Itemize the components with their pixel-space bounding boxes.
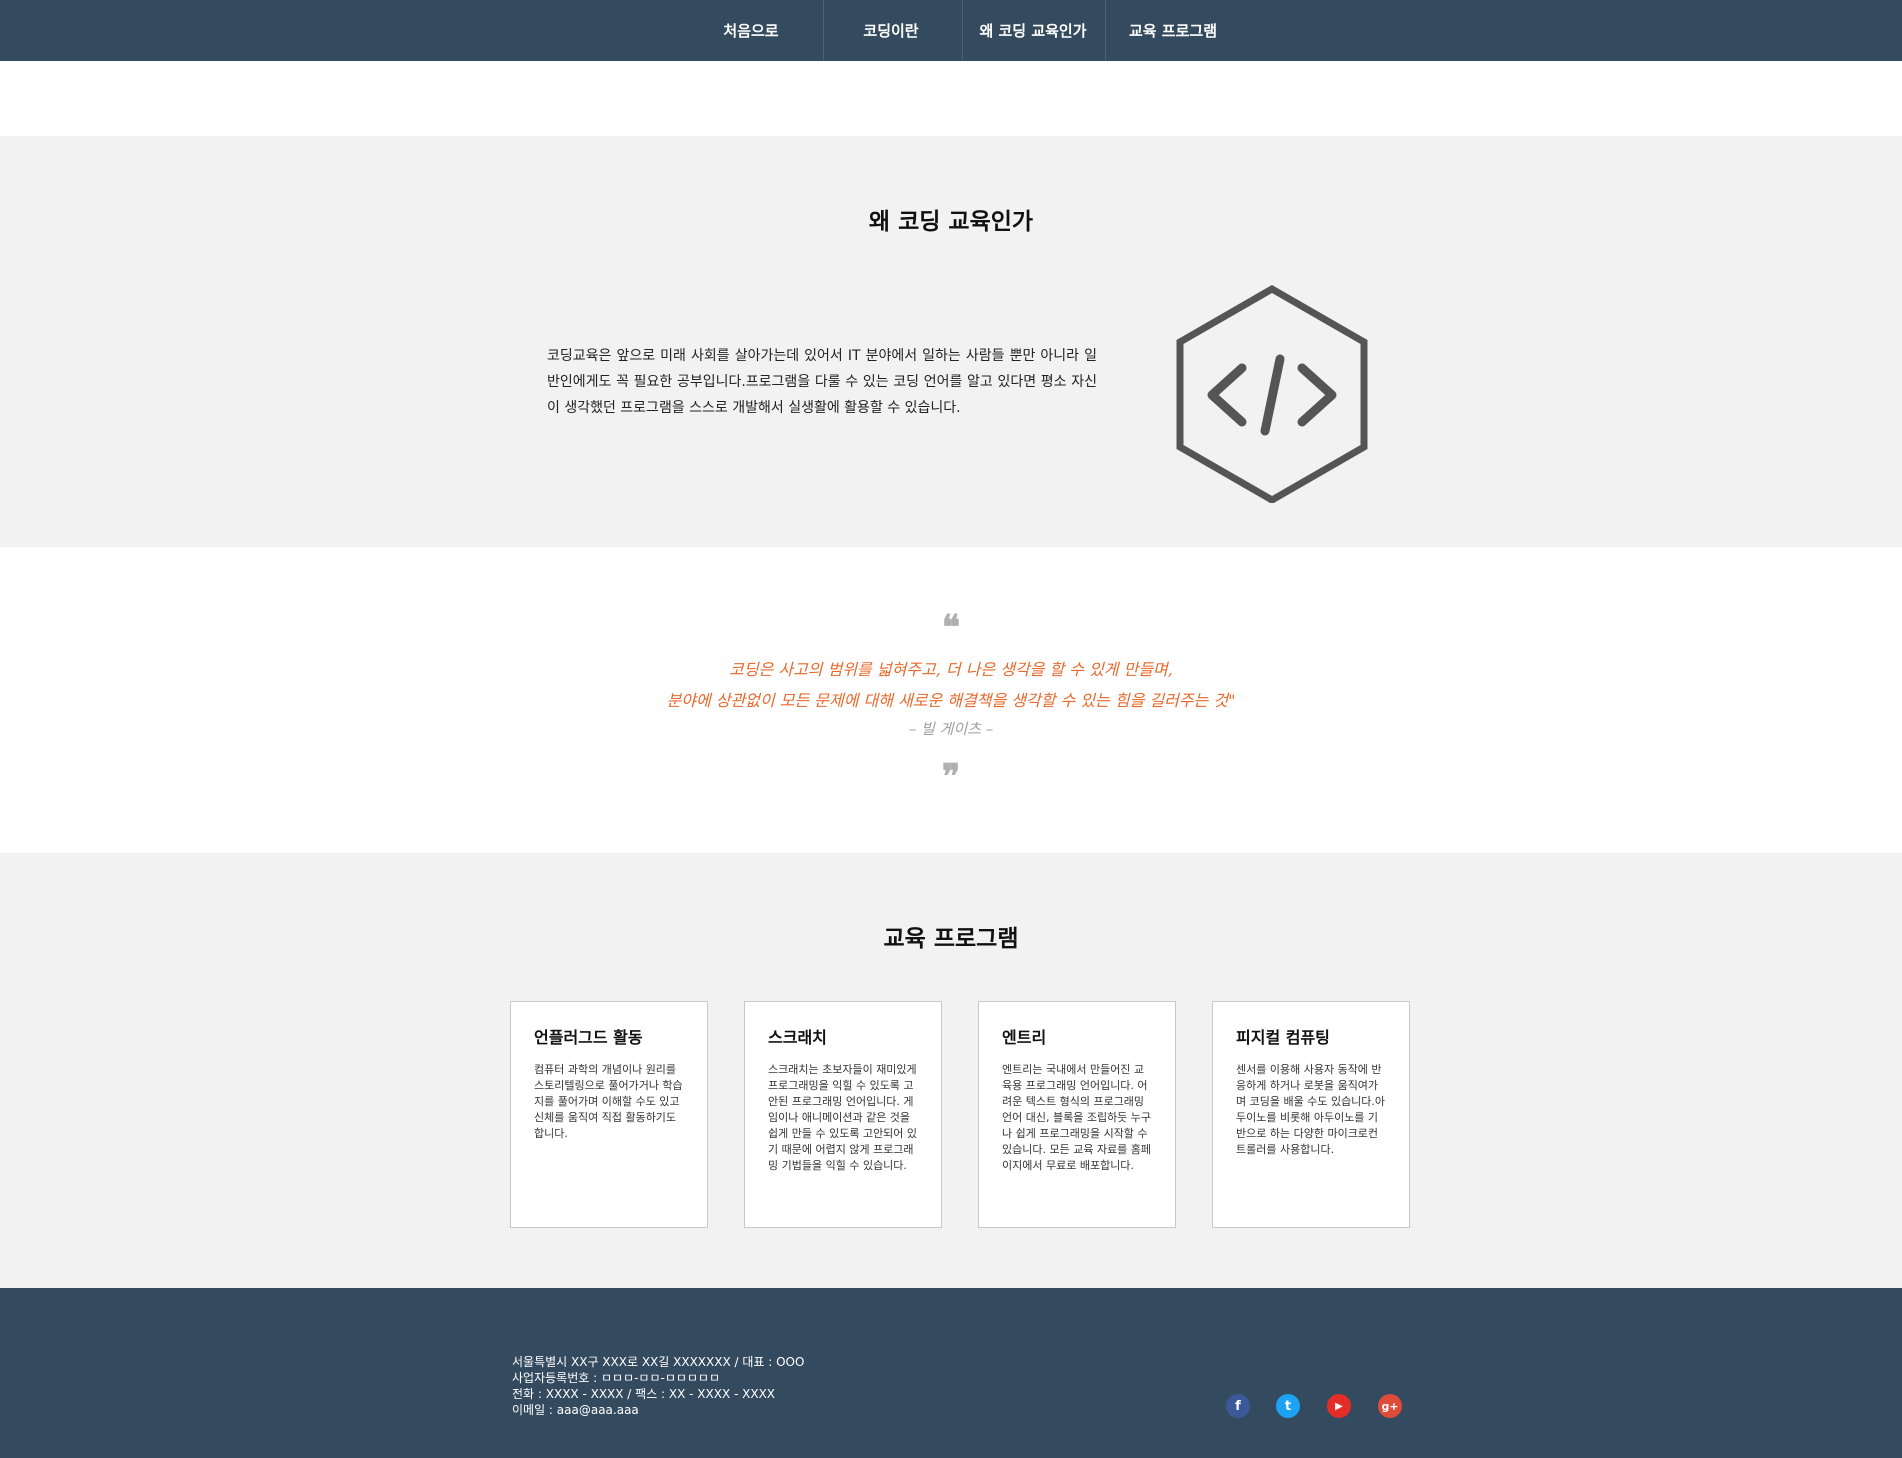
why-coding-text: 코딩교육은 앞으로 미래 사회를 살아가는데 있어서 IT 분야에서 일하는 사… <box>547 348 1097 416</box>
program-card: 피지컬 컴퓨팅 센서를 이용해 사용자 동작에 반응하게 하거나 로봇을 움직여… <box>1212 1001 1410 1228</box>
quote-line-1: 코딩은 사고의 범위를 넓혀주고, 더 나은 생각을 할 수 있게 만들며, <box>729 660 1173 679</box>
footer-company-info: 서울특별시 XX구 XXX로 XX길 XXXXXXX / 대표 : OOO 사업… <box>512 1354 804 1418</box>
footer-email: 이메일 : aaa@aaa.aaa <box>512 1403 639 1417</box>
card-description: 스크래치는 초보자들이 재미있게 프로그래밍을 익힐 수 있도록 고안된 프로그… <box>768 1063 918 1172</box>
card-description: 센서를 이용해 사용자 동작에 반응하게 하거나 로봇을 움직여가며 코딩을 배… <box>1236 1063 1386 1156</box>
nav-divider <box>962 0 963 61</box>
nav-item-why-coding[interactable]: 왜 코딩 교육인가 <box>968 0 1098 61</box>
close-quote-icon: ❞ <box>941 757 961 797</box>
why-coding-section: 왜 코딩 교육인가 코딩교육은 앞으로 미래 사회를 살아가는데 있어서 IT … <box>0 136 1902 547</box>
quote-line-2: 분야에 상관없이 모든 문제에 대해 새로운 해결책을 생각할 수 있는 힘을 … <box>666 691 1236 710</box>
footer-phone-fax: 전화 : XXXX - XXXX / 팩스 : XX - XXXX - XXXX <box>512 1387 776 1401</box>
card-title: 언플러그드 활동 <box>534 1028 643 1047</box>
facebook-icon[interactable]: f <box>1226 1394 1250 1418</box>
footer: 서울특별시 XX구 XXX로 XX길 XXXXXXX / 대표 : OOO 사업… <box>0 1288 1902 1458</box>
program-card: 언플러그드 활동 컴퓨터 과학의 개념이나 원리를 스토리텔링으로 풀어가거나 … <box>510 1001 708 1228</box>
open-quote-icon: ❝ <box>941 608 961 648</box>
code-hexagon-icon <box>1176 284 1368 503</box>
card-title: 엔트리 <box>1002 1028 1047 1047</box>
youtube-icon[interactable]: ▶ <box>1327 1394 1351 1418</box>
footer-address: 서울특별시 XX구 XXX로 XX길 XXXXXXX / 대표 : OOO <box>512 1355 805 1369</box>
nav-divider <box>823 0 824 61</box>
nav-item-what-is-coding[interactable]: 코딩이란 <box>836 0 946 61</box>
card-description: 엔트리는 국내에서 만들어진 교육용 프로그래밍 언어입니다. 어려운 텍스트 … <box>1002 1063 1152 1172</box>
section-title: 왜 코딩 교육인가 <box>868 209 1034 235</box>
quote-author: – 빌 게이츠 – <box>908 720 994 738</box>
program-card: 엔트리 엔트리는 국내에서 만들어진 교육용 프로그래밍 언어입니다. 어려운 … <box>978 1001 1176 1228</box>
quote-section: ❝ 코딩은 사고의 범위를 넓혀주고, 더 나은 생각을 할 수 있게 만들며,… <box>0 547 1902 853</box>
top-nav: 처음으로 코딩이란 왜 코딩 교육인가 교육 프로그램 <box>0 0 1902 61</box>
twitter-icon[interactable]: t <box>1276 1394 1300 1418</box>
nav-item-programs[interactable]: 교육 프로그램 <box>1118 0 1228 61</box>
footer-business-number: 사업자등록번호 : ㅁㅁㅁ-ㅁㅁ-ㅁㅁㅁㅁㅁ <box>512 1371 721 1385</box>
card-title: 피지컬 컴퓨팅 <box>1236 1028 1330 1047</box>
programs-section: 교육 프로그램 언플러그드 활동 컴퓨터 과학의 개념이나 원리를 스토리텔링으… <box>0 853 1902 1288</box>
section-title: 교육 프로그램 <box>883 926 1019 952</box>
nav-divider <box>1105 0 1106 61</box>
program-card: 스크래치 스크래치는 초보자들이 재미있게 프로그래밍을 익힐 수 있도록 고안… <box>744 1001 942 1228</box>
card-description: 컴퓨터 과학의 개념이나 원리를 스토리텔링으로 풀어가거나 학습지를 풀어가며… <box>534 1063 683 1140</box>
card-title: 스크래치 <box>768 1028 827 1047</box>
google-plus-icon[interactable]: g+ <box>1378 1394 1402 1418</box>
nav-item-home[interactable]: 처음으로 <box>691 0 811 61</box>
